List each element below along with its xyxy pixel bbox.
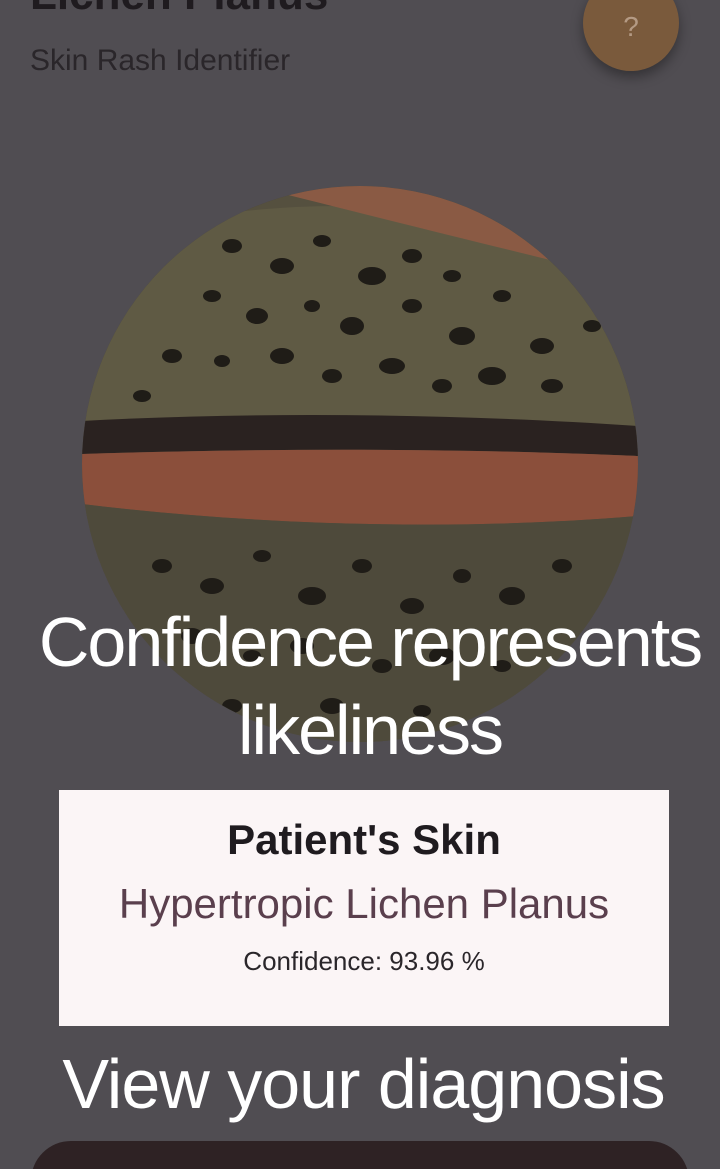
tutorial-caption-view: View your diagnosis: [62, 1045, 665, 1123]
diagnosis-name: Hypertropic Lichen Planus: [118, 880, 610, 927]
primary-action-button[interactable]: [31, 1141, 689, 1169]
diagnosis-card-heading: Patient's Skin: [227, 816, 501, 863]
help-button[interactable]: ?: [583, 0, 679, 71]
app-screen: Lichen Planus Skin Rash Identifier ?: [0, 0, 720, 1169]
diagnosis-card: Patient's Skin Hypertropic Lichen Planus…: [59, 790, 669, 1026]
page-title: Lichen Planus: [30, 0, 328, 20]
confidence-value: Confidence: 93.96 %: [243, 946, 485, 976]
help-icon: ?: [623, 11, 639, 42]
page-subtitle: Skin Rash Identifier: [30, 44, 291, 77]
tutorial-caption-confidence: Confidence represents likeliness: [38, 603, 703, 769]
